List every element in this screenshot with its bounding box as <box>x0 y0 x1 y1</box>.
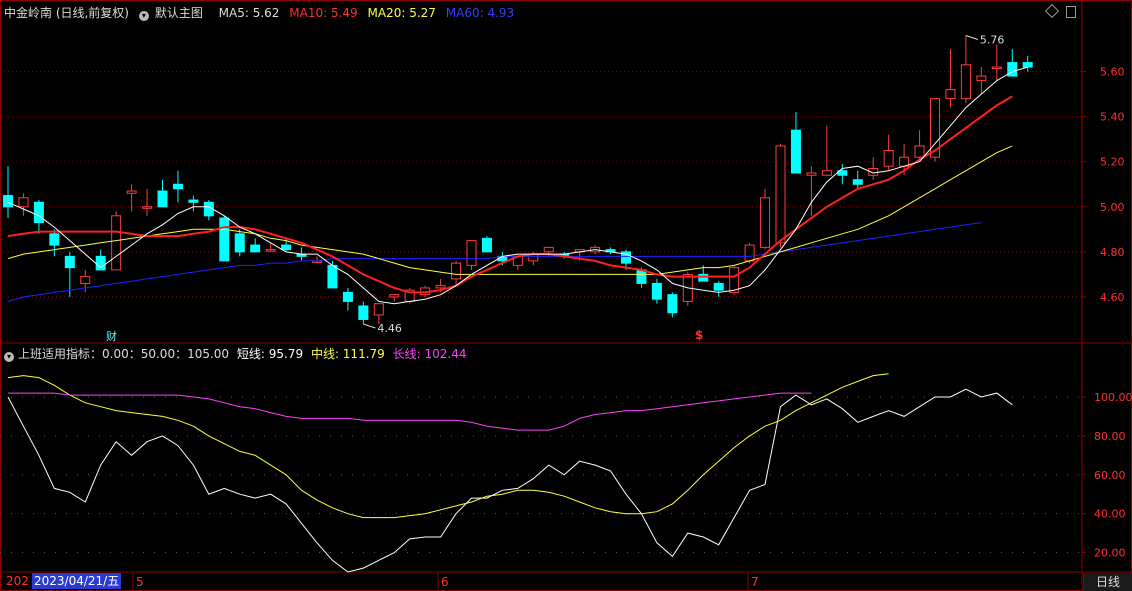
short-line-label: 短线: 95.79 <box>236 347 304 361</box>
month-label: 7 <box>751 575 759 589</box>
candle-body <box>435 285 446 289</box>
candle-body <box>543 246 554 253</box>
candle-body <box>111 215 122 271</box>
candle-body <box>188 199 199 203</box>
candle-body <box>281 244 292 251</box>
candle-body <box>775 145 786 244</box>
period-tab-day[interactable]: 日线 <box>1083 573 1132 591</box>
candle-body <box>976 75 987 82</box>
main-chart-label: 默认主图 <box>154 6 203 20</box>
price-tick-label: 5.60 <box>1100 66 1125 79</box>
candle-body <box>806 172 817 176</box>
candle-body <box>821 170 832 176</box>
chart-canvas: 5.76 4.46 5.60 5.40 5.20 5.00 4.80 4.60 100.00 8… <box>0 0 1132 591</box>
cursor-date: 2023/04/21/五 <box>32 573 122 589</box>
candle-body <box>373 303 384 316</box>
ma60-line <box>7 222 982 302</box>
indicator-tick-label: 20.00 <box>1094 547 1126 560</box>
chevron-down-icon[interactable]: ▾ <box>138 11 149 21</box>
main-price-chart[interactable]: 5.76 4.46 <box>3 34 1033 335</box>
candle-body <box>713 282 724 291</box>
candle-body <box>64 255 75 269</box>
long-line <box>8 392 812 431</box>
stock-chart-window: { "header": { "stock_title": "中金岭南 (日线,前… <box>0 0 1132 591</box>
candle-body <box>157 190 168 208</box>
candle-body <box>651 282 662 300</box>
candle-body <box>33 201 44 224</box>
finance-badge[interactable]: 财 <box>106 328 117 344</box>
candle-body <box>250 244 261 253</box>
candle-body <box>744 244 755 262</box>
candle-body <box>342 291 353 302</box>
candle-body <box>18 197 29 208</box>
price-tick-label: 4.80 <box>1100 246 1125 259</box>
candle-body <box>945 89 956 100</box>
candle-body <box>219 217 230 262</box>
low-price-label: 4.46 <box>377 322 402 335</box>
month-label: 6 <box>441 575 449 589</box>
short-line <box>7 388 1013 573</box>
candle-body <box>327 264 338 289</box>
candle-body <box>883 149 894 167</box>
low-marker-line <box>363 323 376 329</box>
candle-body <box>142 206 153 209</box>
candle-body <box>960 64 971 100</box>
scroll-icon[interactable] <box>1066 6 1076 18</box>
candle-body <box>1022 62 1033 68</box>
candle-body <box>3 195 13 208</box>
candle-body <box>760 197 771 248</box>
candle-body <box>991 66 1002 70</box>
candle-body <box>172 183 183 190</box>
indicator-tick-label: 40.00 <box>1094 508 1126 521</box>
candle-body <box>914 145 925 158</box>
s-badge[interactable]: $ <box>695 328 703 342</box>
candle-body <box>466 240 477 266</box>
indicator-name[interactable]: 上班适用指标：0.00：50.00：105.00 <box>18 347 229 361</box>
high-price-label: 5.76 <box>980 34 1005 47</box>
indicator-tick-label: 100.00 <box>1094 391 1132 404</box>
ma5-label: MA5: 5.62 <box>218 6 280 20</box>
candle-body <box>481 237 492 253</box>
candle-body <box>790 129 801 174</box>
candle-body <box>729 267 740 293</box>
indicator-tick-label: 80.00 <box>1094 430 1126 443</box>
price-tick-label: 5.00 <box>1100 201 1125 214</box>
high-marker-line <box>965 35 979 40</box>
chevron-down-icon[interactable]: ▾ <box>4 352 14 362</box>
indicator-tick-label: 60.00 <box>1094 469 1126 482</box>
stock-title[interactable]: 中金岭南 (日线,前复权) <box>4 6 129 20</box>
candle-body <box>636 269 647 284</box>
candle-body <box>389 294 400 298</box>
mid-line-label: 中线: 111.79 <box>310 347 385 361</box>
ma20-label: MA20: 5.27 <box>367 6 436 20</box>
price-tick-label: 5.20 <box>1100 156 1125 169</box>
price-tick-label: 5.40 <box>1100 111 1125 124</box>
main-chart-selector[interactable]: ▾ 默认主图 <box>138 6 213 21</box>
indicator-header: ▾ 上班适用指标：0.00：50.00：105.00 短线: 95.79 中线: … <box>4 345 470 362</box>
candle-body <box>358 305 369 320</box>
candle-body <box>265 249 276 252</box>
month-label: 5 <box>136 575 144 589</box>
ma60-label: MA60: 4.93 <box>445 6 515 20</box>
ma10-label: MA10: 5.49 <box>289 6 358 20</box>
year-stub: 202 <box>6 574 29 588</box>
indicator-chart[interactable] <box>7 373 1013 573</box>
candle-body <box>698 273 709 282</box>
candle-body <box>234 233 245 253</box>
price-tick-label: 4.60 <box>1100 291 1125 304</box>
main-chart-header: 中金岭南 (日线,前复权) ▾ 默认主图 MA5: 5.62 MA10: 5.49… <box>4 4 520 21</box>
candle-body <box>80 276 91 284</box>
candle-body <box>667 294 678 314</box>
candle-body <box>852 179 863 185</box>
long-line-label: 长线: 102.44 <box>392 347 467 361</box>
candle-body <box>49 233 60 246</box>
candle-body <box>1007 62 1018 77</box>
candle-body <box>126 190 137 194</box>
candle-body <box>451 262 462 280</box>
axes: 5.60 5.40 5.20 5.00 4.80 4.60 100.00 80.00 60.00… <box>132 66 1132 591</box>
